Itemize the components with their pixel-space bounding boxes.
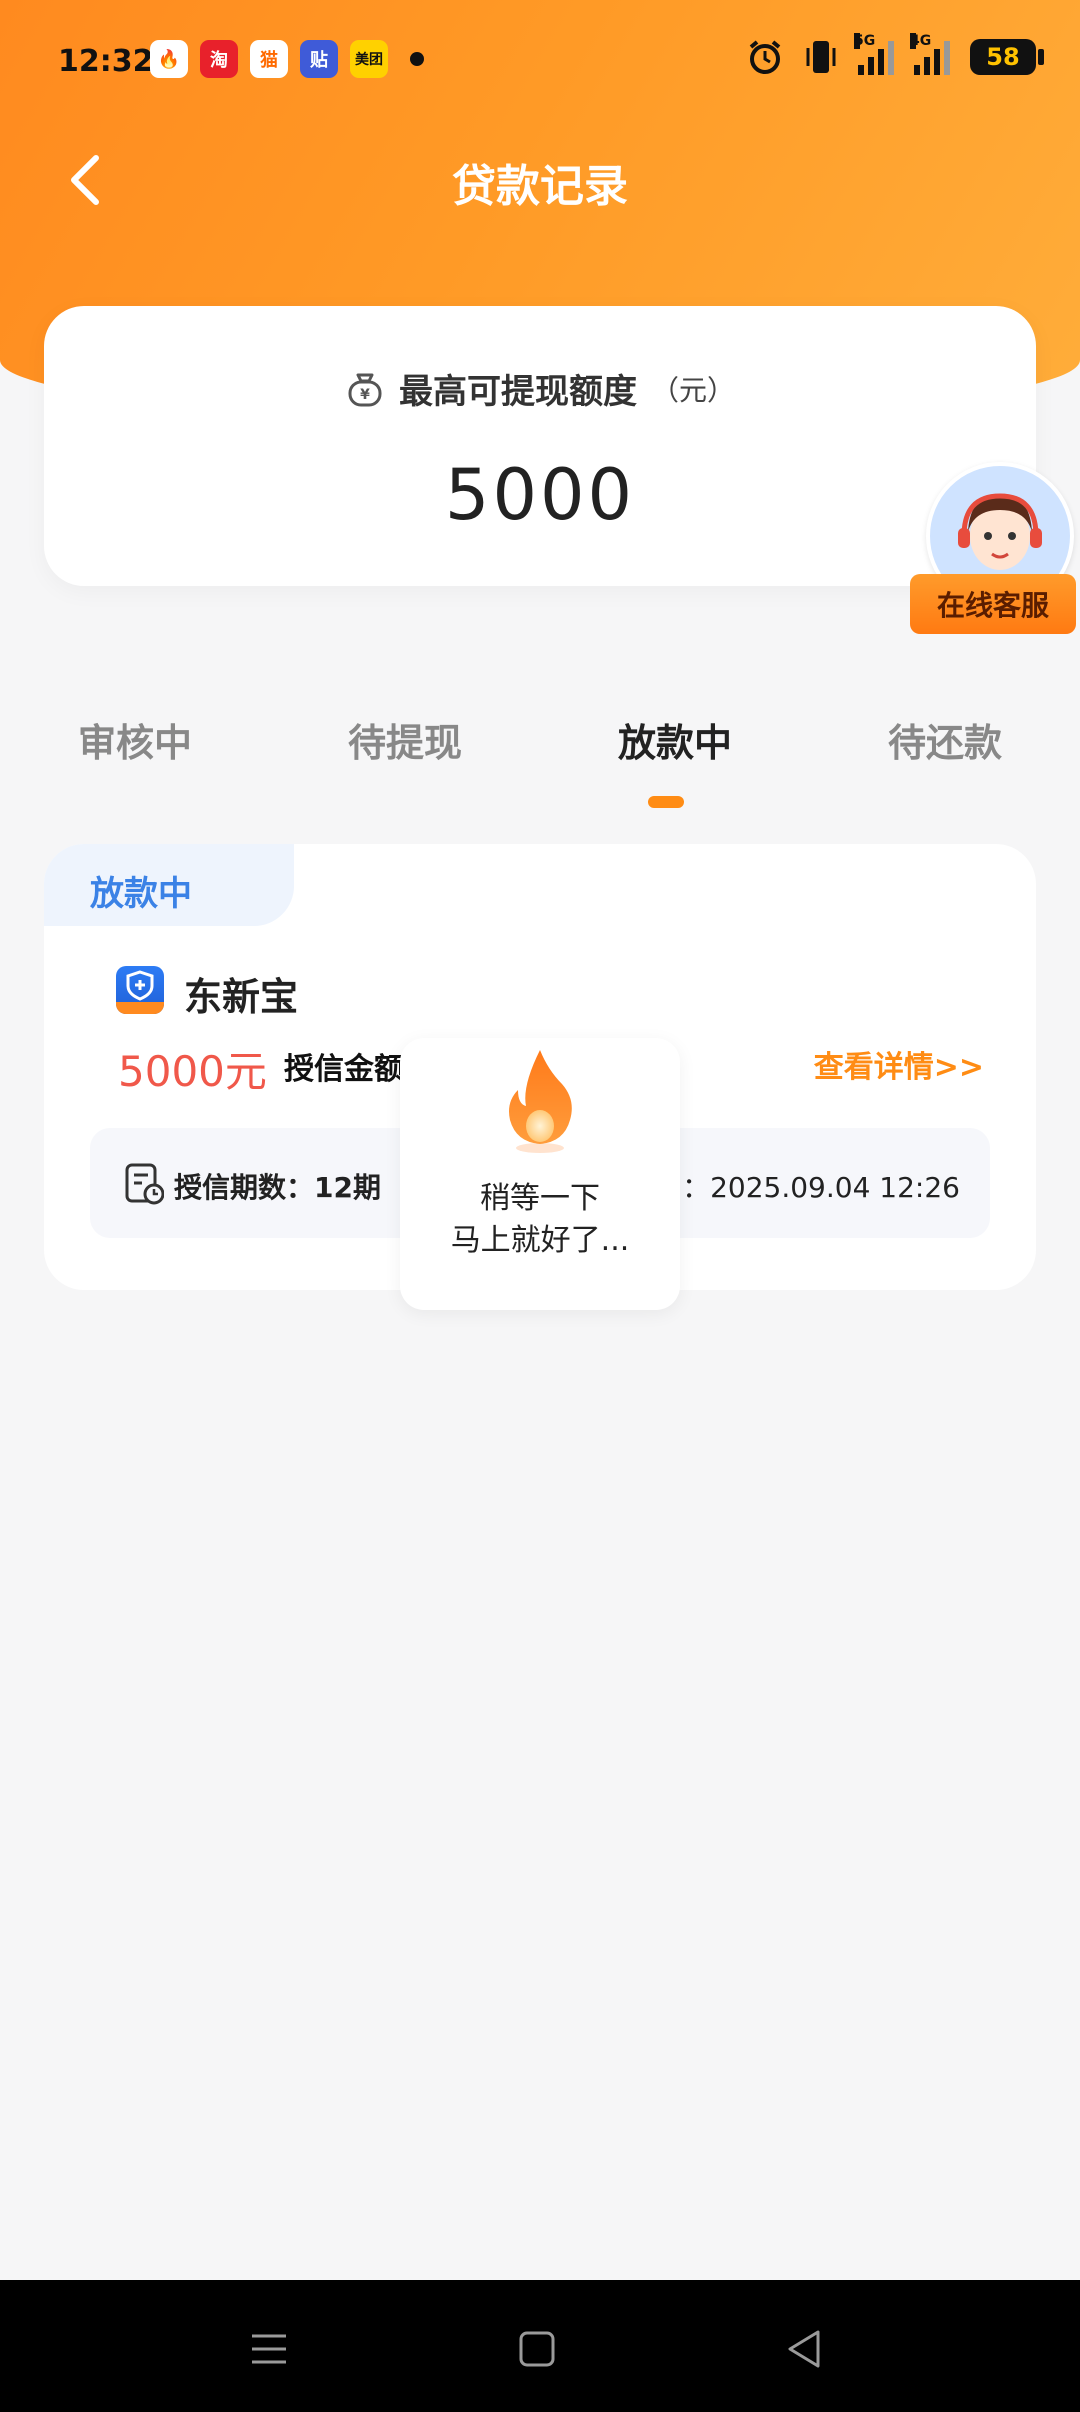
notification-icons: 🔥 淘猫贴美团 — [150, 40, 424, 78]
tab-pending-withdraw[interactable]: 待提现 — [270, 712, 540, 792]
money-bag-icon: ¥ — [348, 373, 382, 406]
quota-value: 5000 — [444, 454, 636, 536]
quota-label-row: ¥ 最高可提现额度 （元） — [44, 364, 1036, 413]
flame-icon — [509, 1050, 572, 1153]
tab-pending-repay[interactable]: 待还款 — [810, 712, 1080, 792]
page-title: 贷款记录 — [452, 161, 628, 212]
status-tag-bg: 放款中 — [44, 844, 294, 926]
back-icon[interactable] — [780, 2324, 830, 2374]
notification-dot-icon — [410, 52, 424, 66]
service-label: 在线客服 — [910, 574, 1076, 634]
system-nav-bar — [0, 2280, 1080, 2412]
loan-amount: 5000元 — [118, 1047, 267, 1096]
tab-reviewing[interactable]: 审核中 — [0, 712, 270, 792]
status-bar: 12:32 🔥 淘猫贴美团 5G 4G 58 — [0, 0, 1080, 120]
view-details-link[interactable]: 查看详情>> — [814, 1042, 984, 1086]
battery-icon: 58 — [970, 39, 1044, 75]
vibrate-icon — [806, 41, 836, 73]
home-icon[interactable] — [512, 2324, 562, 2374]
product-logo-icon — [116, 966, 164, 1014]
svg-text:¥: ¥ — [360, 387, 370, 403]
loading-text: 稍等一下 马上就好了... — [400, 1178, 680, 1262]
quota-label: 最高可提现额度 — [398, 372, 637, 412]
signal-4g-icon: 4G — [910, 33, 950, 75]
loading-line-1: 稍等一下 — [480, 1181, 600, 1216]
loading-line-2: 马上就好了... — [450, 1223, 630, 1258]
signal-5g-icon: 5G — [854, 33, 894, 75]
status-tabs: 审核中 待提现 放款中 待还款 — [0, 712, 1080, 792]
tie-app-icon: 贴 — [300, 40, 338, 78]
taobao-app-icon: 淘 — [200, 40, 238, 78]
status-time: 12:32 — [58, 44, 154, 79]
menu-icon[interactable] — [244, 2324, 294, 2374]
product-name: 东新宝 — [184, 975, 299, 1019]
quota-unit: （元） — [650, 373, 735, 407]
tab-disbursing[interactable]: 放款中 — [540, 712, 810, 792]
calendar-clock-icon — [125, 1163, 164, 1205]
loan-time: 间：2025.09.04 12:26 — [654, 1171, 960, 1204]
active-tab-indicator — [648, 796, 684, 808]
status-tag: 放款中 — [90, 874, 192, 914]
tmall-app-icon: 猫 — [250, 40, 288, 78]
status-right: 5G 4G 58 — [746, 33, 1044, 76]
loan-term: 授信期数：12期 — [174, 1171, 381, 1204]
quota-card: ¥ 最高可提现额度 （元） 5000 — [44, 306, 1036, 586]
alarm-icon — [749, 40, 781, 74]
meituan-app-icon: 美团 — [350, 40, 388, 78]
online-service-button[interactable]: 在线客服 — [910, 462, 1076, 642]
loan-amount-label: 授信金额 — [284, 1052, 404, 1087]
loading-toast: 稍等一下 马上就好了... — [400, 1038, 680, 1310]
flame-app-icon: 🔥 — [150, 40, 188, 78]
